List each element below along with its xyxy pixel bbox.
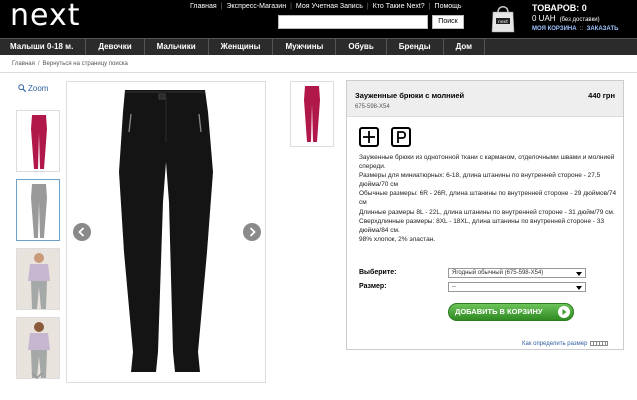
- colour-select-label: Выберите:: [359, 269, 397, 276]
- zoom-button[interactable]: Zoom: [18, 84, 48, 93]
- search-input[interactable]: [278, 15, 428, 29]
- add-to-cart-button[interactable]: ДОБАВИТЬ В КОРЗИНУ: [448, 303, 574, 321]
- nav-item-brands[interactable]: Бренды: [387, 39, 444, 55]
- breadcrumb-home[interactable]: Главная: [12, 61, 35, 67]
- size-select-label: Размер:: [359, 283, 387, 290]
- top-link-about[interactable]: Кто Такие Next?: [373, 3, 425, 10]
- description-line: 98% хлопок, 2% эластан.: [359, 235, 436, 243]
- nav-item-boys[interactable]: Мальчики: [145, 39, 209, 55]
- shopping-bag-icon[interactable]: next: [490, 3, 516, 33]
- description-line: Сверхдлинные размеры: 8XL - 18XL, длина …: [359, 217, 605, 234]
- nav-item-home[interactable]: Дом: [444, 39, 486, 55]
- add-to-cart-label: ДОБАВИТЬ В КОРЗИНУ: [455, 307, 543, 316]
- product-detail-panel: Зауженные брюки с молнией 440 грн 675-59…: [346, 80, 624, 350]
- top-link-express[interactable]: Экспресс-Магазин: [226, 3, 286, 10]
- top-link-help[interactable]: Помощь: [435, 3, 462, 10]
- play-arrow-icon: [558, 306, 570, 318]
- colour-select[interactable]: Ягодный обычный (675-598-X54): [448, 268, 586, 278]
- cart-sum: 0 UAH (без доставки): [532, 14, 600, 23]
- my-cart-link[interactable]: МОЯ КОРЗИНА: [532, 26, 577, 32]
- petite-size-icon: [391, 127, 411, 147]
- red-trousers-image: [31, 115, 47, 169]
- cart-links: МОЯ КОРЗИНА:: ЗАКАЗАТЬ: [532, 26, 619, 32]
- thumbnail-red-trousers[interactable]: [16, 110, 60, 172]
- description-line: Длинные размеры 8L - 22L, длина штанины …: [359, 208, 615, 216]
- magnifier-icon: [18, 84, 26, 92]
- size-select[interactable]: --: [448, 282, 586, 292]
- breadcrumb: Главная / Вернуться на страницу поиска: [12, 61, 128, 67]
- category-nav: Малыши 0-18 м. Девочки Мальчики Женщины …: [0, 38, 637, 55]
- nav-item-women[interactable]: Женщины: [209, 39, 274, 55]
- top-links: Главная | Экспресс-Магазин | Моя Учетная Зап…: [190, 3, 462, 10]
- top-link-home[interactable]: Главная: [190, 3, 217, 10]
- chevron-down-icon[interactable]: [31, 372, 43, 380]
- nav-item-girls[interactable]: Девочки: [86, 39, 145, 55]
- thumbnail-model-back[interactable]: [16, 317, 60, 379]
- nav-item-shoes[interactable]: Обувь: [336, 39, 387, 55]
- colour-select-value: Ягодный обычный (675-598-X54): [452, 270, 544, 276]
- product-header: Зауженные брюки с молнией 440 грн 675-59…: [347, 81, 623, 117]
- next-image-button[interactable]: [243, 223, 261, 241]
- description-line: Размеры для миниатюрных: 6-18, длина шта…: [359, 172, 601, 189]
- previous-image-button[interactable]: [73, 223, 91, 241]
- thumbnail-grey-trousers[interactable]: [16, 179, 60, 241]
- description-line: Зауженные брюки из однотонной ткани с ка…: [359, 154, 615, 171]
- size-guide-link[interactable]: Как определить размер: [522, 341, 609, 347]
- breadcrumb-back-to-search[interactable]: Вернуться на страницу поиска: [43, 61, 128, 67]
- site-header: next Главная | Экспресс-Магазин | Моя Учетна…: [0, 0, 637, 38]
- colour-swatch-thumbnail[interactable]: [290, 81, 334, 147]
- size-guide-label: Как определить размер: [522, 341, 588, 347]
- thumbnail-model-front[interactable]: [16, 248, 60, 310]
- cart-count: ТОВАРОВ: 0: [532, 3, 587, 13]
- model-photo-back-image: [17, 318, 59, 378]
- main-product-image[interactable]: [66, 81, 266, 383]
- plus-size-icon: [359, 127, 379, 147]
- top-link-account[interactable]: Моя Учетная Запись: [296, 3, 363, 10]
- arrow-left-icon: [78, 227, 85, 237]
- cart-sum-note: (без доставки): [559, 17, 600, 23]
- dropdown-arrow-icon: [576, 286, 582, 290]
- cart-sum-value: 0 UAH: [532, 14, 556, 23]
- nav-item-men[interactable]: Мужчины: [273, 39, 337, 55]
- red-trousers-swatch-image: [304, 86, 320, 142]
- size-select-value: --: [452, 284, 456, 290]
- search-button[interactable]: Поиск: [432, 15, 464, 29]
- zoom-label: Zoom: [28, 84, 49, 93]
- model-photo-image: [17, 249, 59, 309]
- divider: [0, 72, 637, 73]
- next-logo[interactable]: next: [10, 0, 80, 32]
- ruler-icon: [590, 341, 609, 346]
- product-price: 440 грн: [588, 91, 615, 100]
- product-code: 675-598-X54: [355, 104, 390, 110]
- grey-trousers-image: [31, 184, 47, 238]
- svg-text:next: next: [498, 19, 508, 25]
- dropdown-arrow-icon: [576, 272, 582, 276]
- checkout-link[interactable]: ЗАКАЗАТЬ: [587, 26, 619, 32]
- nav-item-babies[interactable]: Малыши 0-18 м.: [0, 39, 87, 55]
- description-line: Обычные размеры: 6R - 26R, длина штанины…: [359, 190, 617, 207]
- product-title: Зауженные брюки с молнией: [355, 91, 465, 100]
- arrow-right-icon: [249, 227, 256, 237]
- black-trousers-image: [119, 90, 213, 372]
- product-description: Зауженные брюки из однотонной ткани с ка…: [359, 153, 619, 244]
